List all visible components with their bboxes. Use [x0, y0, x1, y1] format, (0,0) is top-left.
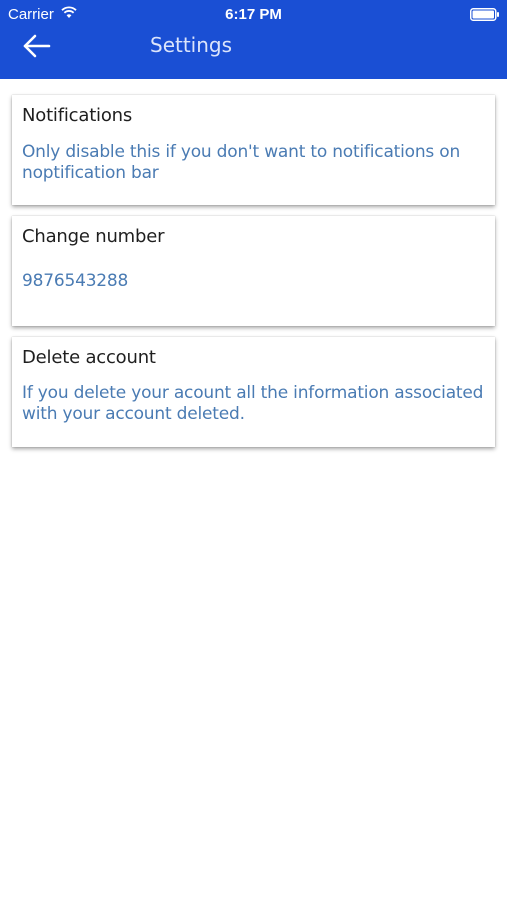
card-title: Notifications [22, 105, 133, 126]
settings-card-change-number[interactable]: Change number 9876543288 [12, 216, 495, 326]
nav-bar: Settings [0, 28, 507, 79]
status-time: 6:17 PM [225, 6, 282, 23]
page-title: Settings [150, 33, 233, 57]
app-header: Carrier 6:17 PM Settings [0, 0, 507, 79]
status-bar: Carrier 6:17 PM [0, 0, 507, 28]
arrow-left-icon [23, 34, 51, 58]
back-button[interactable] [20, 30, 54, 62]
card-description: Only disable this if you don't want to n… [22, 142, 461, 183]
battery-icon [470, 8, 499, 21]
card-title: Change number [22, 226, 165, 247]
settings-card-notifications[interactable]: Notifications Only disable this if you d… [12, 95, 495, 205]
settings-card-delete-account[interactable]: Delete account If you delete your acount… [12, 337, 495, 447]
card-description: If you delete your acount all the inform… [22, 383, 484, 424]
phone-number-value: 9876543288 [22, 271, 129, 291]
card-title: Delete account [22, 347, 156, 368]
